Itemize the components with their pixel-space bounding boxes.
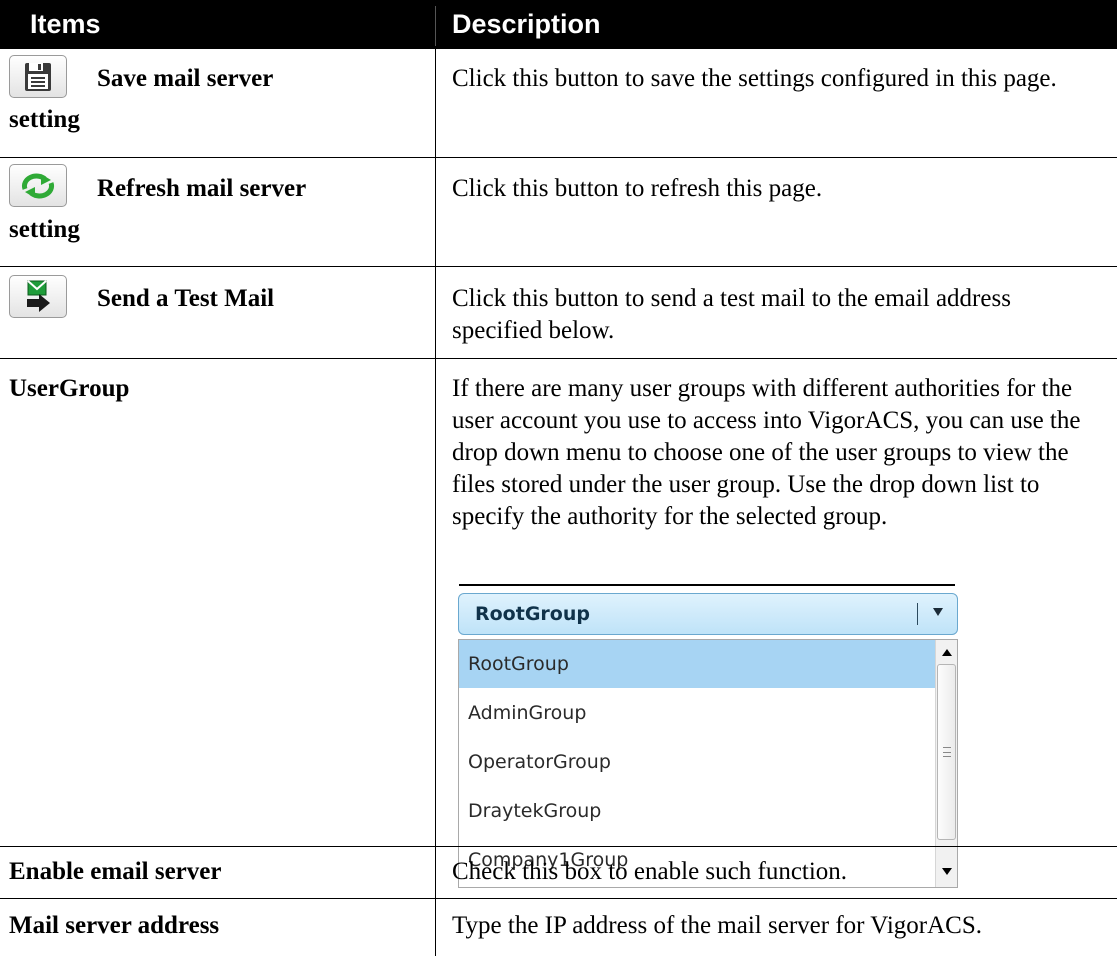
- table-row: Refresh mail server setting Click this b…: [0, 158, 1117, 266]
- dropdown-option[interactable]: RootGroup: [459, 640, 935, 688]
- chevron-down-icon[interactable]: [933, 608, 943, 616]
- item-description: Check this box to enable such function.: [452, 858, 848, 885]
- header-divider: [435, 6, 436, 46]
- send-mail-icon: [27, 279, 50, 312]
- refresh-button[interactable]: [9, 164, 67, 207]
- send-test-mail-button[interactable]: [9, 275, 67, 318]
- header-items: Items: [30, 9, 101, 39]
- item-description: If there are many user groups with diffe…: [452, 375, 1081, 530]
- table-row: Mail server address Type the IP address …: [0, 899, 1117, 956]
- save-button[interactable]: [9, 55, 67, 98]
- scroll-up-icon[interactable]: [942, 649, 952, 656]
- save-icon: [25, 62, 51, 91]
- item-label: Send a Test Mail: [97, 285, 275, 312]
- item-description: Click this button to send a test mail to…: [452, 285, 1011, 344]
- item-label: Save mail server: [97, 65, 274, 92]
- table-row: Enable email server Check this box to en…: [0, 847, 1117, 898]
- item-label: Enable email server: [9, 858, 222, 885]
- item-label-cont: setting: [9, 216, 80, 243]
- dropdown-option[interactable]: DraytekGroup: [459, 787, 935, 835]
- item-label: UserGroup: [9, 375, 130, 402]
- item-label-cont: setting: [9, 106, 80, 133]
- item-description: Click this button to save the settings c…: [452, 65, 1057, 92]
- dropdown-option[interactable]: OperatorGroup: [459, 738, 935, 786]
- select-separator: [917, 603, 918, 625]
- items-description-table: Items Description Save mail server setti…: [0, 0, 1117, 956]
- table-row: Send a Test Mail Click this button to se…: [0, 267, 1117, 358]
- item-description: Type the IP address of the mail server f…: [452, 912, 982, 939]
- grip-icon: [943, 747, 951, 757]
- dropdown-option[interactable]: AdminGroup: [459, 689, 935, 737]
- usergroup-selected-value: RootGroup: [475, 603, 590, 625]
- table-row: Save mail server setting Click this butt…: [0, 49, 1117, 157]
- table-row: UserGroup If there are many user groups …: [0, 359, 1117, 888]
- header-description: Description: [452, 9, 601, 39]
- table-header: Items Description: [0, 0, 1117, 49]
- item-label: Refresh mail server: [97, 175, 307, 202]
- item-description: Click this button to refresh this page.: [452, 175, 823, 202]
- item-label: Mail server address: [9, 912, 220, 939]
- usergroup-select[interactable]: RootGroup: [458, 593, 958, 635]
- scrollbar-thumb[interactable]: [937, 664, 956, 840]
- refresh-icon: [21, 173, 55, 198]
- dropdown-top-rule: [459, 584, 955, 586]
